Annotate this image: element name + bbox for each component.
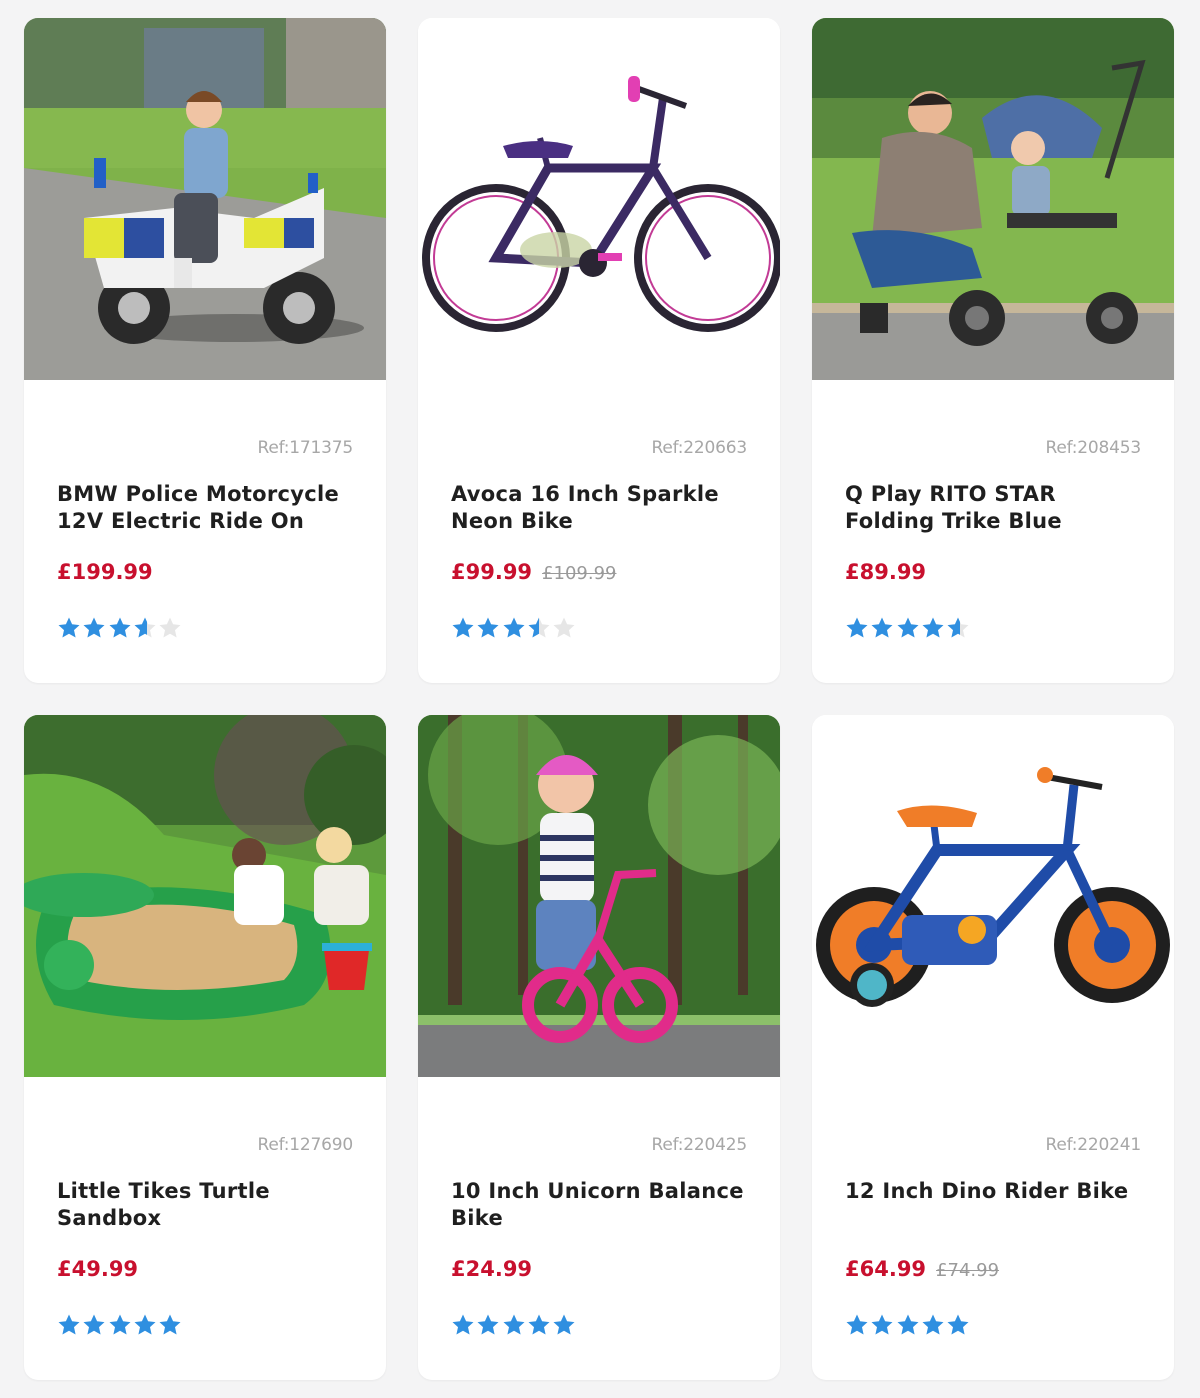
- star-full-icon: [159, 1314, 181, 1335]
- product-price: £64.99: [845, 1257, 927, 1281]
- price-row: £199.99: [57, 560, 153, 584]
- star-full-icon: [109, 617, 131, 638]
- star-rating: [845, 1313, 971, 1337]
- price-row: £89.99: [845, 560, 926, 584]
- star-full-icon: [503, 1314, 525, 1335]
- star-empty-icon: [553, 617, 575, 638]
- product-image[interactable]: [418, 18, 780, 380]
- star-rating: [451, 1313, 577, 1337]
- product-image[interactable]: [24, 715, 386, 1077]
- product-price: £24.99: [451, 1257, 533, 1281]
- star-rating: [57, 1313, 183, 1337]
- star-half-icon: [528, 617, 550, 638]
- price-row: £99.99 £109.99: [451, 560, 616, 584]
- star-full-icon: [134, 1314, 156, 1335]
- product-price: £99.99: [451, 560, 533, 584]
- product-card[interactable]: Ref:208453 Q Play RITO STAR Folding Trik…: [812, 18, 1174, 683]
- product-title[interactable]: 12 Inch Dino Rider Bike: [845, 1178, 1145, 1205]
- star-full-icon: [528, 1314, 550, 1335]
- product-title[interactable]: 10 Inch Unicorn Balance Bike: [451, 1178, 751, 1232]
- star-full-icon: [83, 617, 105, 638]
- product-ref: Ref:220663: [651, 438, 747, 458]
- was-price: £109.99: [542, 563, 617, 584]
- product-ref: Ref:171375: [257, 438, 353, 458]
- star-full-icon: [58, 1314, 80, 1335]
- product-title[interactable]: BMW Police Motorcycle 12V Electric Ride …: [57, 481, 357, 535]
- product-grid: Ref:171375 BMW Police Motorcycle 12V Ele…: [24, 18, 1174, 1380]
- star-rating: [57, 616, 183, 640]
- star-full-icon: [846, 617, 868, 638]
- star-full-icon: [897, 617, 919, 638]
- product-image[interactable]: [418, 715, 780, 1077]
- product-card[interactable]: Ref:127690 Little Tikes Turtle Sandbox £…: [24, 715, 386, 1380]
- product-card[interactable]: Ref:220425 10 Inch Unicorn Balance Bike …: [418, 715, 780, 1380]
- star-full-icon: [871, 617, 893, 638]
- product-card[interactable]: Ref:220663 Avoca 16 Inch Sparkle Neon Bi…: [418, 18, 780, 683]
- product-image[interactable]: [812, 18, 1174, 380]
- product-card[interactable]: Ref:171375 BMW Police Motorcycle 12V Ele…: [24, 18, 386, 683]
- star-partial-icon: [134, 617, 156, 638]
- star-full-icon: [897, 1314, 919, 1335]
- product-price: £89.99: [845, 560, 927, 584]
- star-full-icon: [477, 617, 499, 638]
- was-price: £74.99: [936, 1260, 1000, 1281]
- star-full-icon: [83, 1314, 105, 1335]
- star-full-icon: [477, 1314, 499, 1335]
- product-title[interactable]: Little Tikes Turtle Sandbox: [57, 1178, 357, 1232]
- star-full-icon: [922, 617, 944, 638]
- price-row: £24.99: [451, 1257, 532, 1281]
- product-price: £199.99: [57, 560, 153, 584]
- product-image[interactable]: [24, 18, 386, 380]
- star-full-icon: [503, 617, 525, 638]
- product-price: £49.99: [57, 1257, 139, 1281]
- product-title[interactable]: Q Play RITO STAR Folding Trike Blue: [845, 481, 1145, 535]
- star-empty-icon: [159, 617, 181, 638]
- star-full-icon: [922, 1314, 944, 1335]
- product-title[interactable]: Avoca 16 Inch Sparkle Neon Bike: [451, 481, 751, 535]
- product-image[interactable]: [812, 715, 1174, 1077]
- star-full-icon: [452, 1314, 474, 1335]
- product-ref: Ref:127690: [257, 1135, 353, 1155]
- star-rating: [845, 616, 971, 640]
- star-partial-icon: [947, 617, 969, 638]
- star-full-icon: [452, 617, 474, 638]
- star-full-icon: [947, 1314, 969, 1335]
- star-full-icon: [553, 1314, 575, 1335]
- star-full-icon: [109, 1314, 131, 1335]
- star-full-icon: [846, 1314, 868, 1335]
- product-ref: Ref:208453: [1045, 438, 1141, 458]
- star-rating: [451, 616, 577, 640]
- product-ref: Ref:220241: [1045, 1135, 1141, 1155]
- star-full-icon: [871, 1314, 893, 1335]
- price-row: £64.99 £74.99: [845, 1257, 999, 1281]
- product-ref: Ref:220425: [651, 1135, 747, 1155]
- product-card[interactable]: Ref:220241 12 Inch Dino Rider Bike £64.9…: [812, 715, 1174, 1380]
- star-full-icon: [58, 617, 80, 638]
- price-row: £49.99: [57, 1257, 138, 1281]
